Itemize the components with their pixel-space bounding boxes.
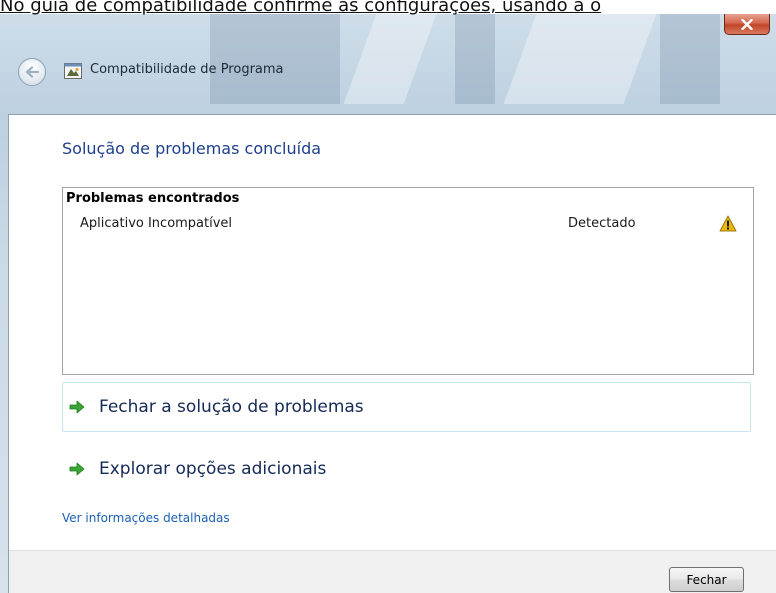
window-close-button[interactable] [724, 14, 770, 35]
view-detailed-information-link[interactable]: Ver informações detalhadas [62, 511, 230, 525]
explore-additional-options-label: Explorar opções adicionais [99, 459, 327, 479]
problem-name: Aplicativo Incompatível [80, 216, 233, 231]
close-troubleshooter-link[interactable]: Fechar a solução de problemas [62, 382, 751, 432]
back-button[interactable] [18, 58, 46, 86]
green-arrow-icon [69, 400, 85, 414]
back-arrow-icon [25, 66, 39, 78]
client-area: Solução de problemas concluída Problemas… [8, 114, 776, 593]
close-troubleshooter-label: Fechar a solução de problemas [99, 397, 364, 417]
problem-status: Detectado [568, 216, 636, 231]
problem-row[interactable]: Aplicativo Incompatível Detectado [63, 212, 753, 236]
problems-found-panel: Problemas encontrados Aplicativo Incompa… [62, 187, 754, 375]
problems-found-header: Problemas encontrados [66, 191, 240, 206]
page-heading: Solução de problemas concluída [62, 139, 322, 158]
screenshot-stage: No guia de compatibilidade confirme as c… [0, 0, 776, 593]
green-arrow-icon [69, 462, 85, 476]
background-caption-text: No guia de compatibilidade confirme as c… [0, 0, 602, 16]
close-button[interactable]: Fechar [669, 567, 744, 592]
title-bar: Compatibilidade de Programa [0, 50, 776, 94]
program-compatibility-icon [64, 63, 82, 79]
close-icon [741, 18, 753, 30]
program-compatibility-window: Compatibilidade de Programa Solução de p… [0, 14, 776, 593]
explore-additional-options-link[interactable]: Explorar opções adicionais [62, 444, 751, 494]
window-title: Compatibilidade de Programa [90, 62, 284, 77]
dialog-footer: Fechar [9, 550, 776, 593]
warning-icon [719, 215, 737, 232]
